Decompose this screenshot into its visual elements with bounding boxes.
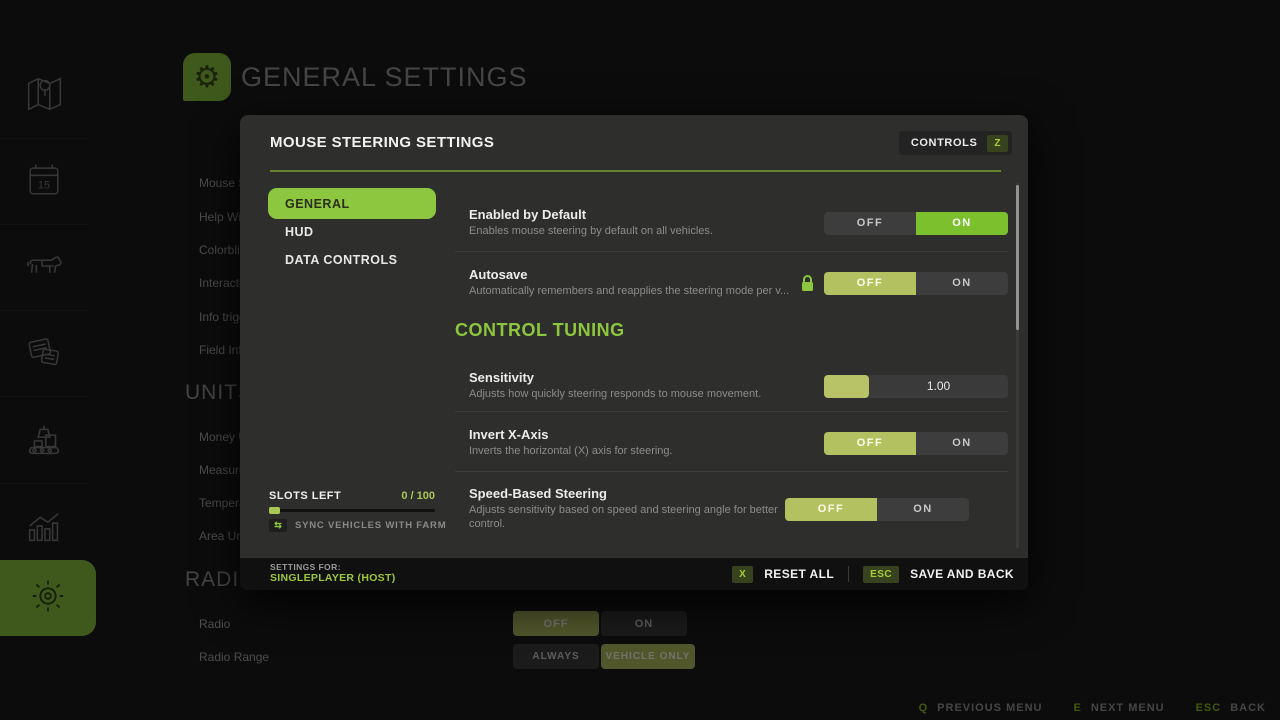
setting-desc: Enables mouse steering by default on all… (469, 225, 824, 239)
setting-title: Speed-Based Steering (469, 486, 785, 501)
setting-row-enabled-by-default: Enabled by Default Enables mouse steerin… (455, 200, 1008, 246)
speed-based-steering-off-button[interactable]: OFF (785, 498, 877, 521)
setting-text: Sensitivity Adjusts how quickly steering… (455, 370, 824, 402)
dialog-footer: SETTINGS FOR: SINGLEPLAYER (HOST) X RESE… (240, 558, 1028, 590)
row-divider (455, 411, 1008, 412)
tab-general[interactable]: GENERAL (268, 188, 436, 219)
settings-for-value: SINGLEPLAYER (HOST) (270, 572, 396, 584)
scrollbar-track[interactable] (1016, 183, 1019, 548)
enabled-by-default-toggle: OFF ON (824, 212, 1008, 235)
footer-separator (848, 566, 849, 582)
sensitivity-slider[interactable]: 1.00 (824, 375, 1008, 398)
reset-all-button[interactable]: RESET ALL (764, 567, 834, 581)
sync-vehicles-label: SYNC VEHICLES WITH FARM (295, 520, 446, 531)
save-and-back-button[interactable]: SAVE AND BACK (910, 567, 1014, 581)
footer-actions: X RESET ALL ESC SAVE AND BACK (732, 558, 1014, 590)
invert-x-axis-toggle: OFF ON (824, 432, 1008, 455)
setting-text: Invert X-Axis Inverts the horizontal (X)… (455, 427, 824, 459)
slots-left-value: 0 / 100 (269, 490, 435, 502)
setting-desc: Inverts the horizontal (X) axis for stee… (469, 445, 824, 459)
setting-title: Sensitivity (469, 370, 824, 385)
save-and-back-key-badge: ESC (863, 566, 899, 583)
sync-key-icon: ⇆ (269, 519, 287, 532)
speed-based-steering-on-button[interactable]: ON (877, 498, 969, 521)
controls-button[interactable]: CONTROLS Z (899, 131, 1012, 155)
setting-title: Invert X-Axis (469, 427, 824, 442)
setting-row-speed-based-steering: Speed-Based Steering Adjusts sensitivity… (455, 481, 1008, 537)
lock-icon (800, 275, 815, 292)
setting-row-sensitivity: Sensitivity Adjusts how quickly steering… (455, 363, 1008, 409)
controls-button-label: CONTROLS (911, 137, 978, 149)
setting-desc: Adjusts sensitivity based on speed and s… (469, 504, 785, 532)
setting-text: Autosave Automatically remembers and rea… (455, 267, 800, 299)
slots-progress-thumb (269, 507, 280, 514)
screen: 15 (0, 0, 1280, 720)
setting-text: Enabled by Default Enables mouse steerin… (455, 207, 824, 239)
reset-all-key-badge: X (732, 566, 753, 583)
autosave-toggle: OFF ON (824, 272, 1008, 295)
settings-for: SETTINGS FOR: SINGLEPLAYER (HOST) (270, 562, 396, 584)
enabled-by-default-on-button[interactable]: ON (916, 212, 1008, 235)
controls-key-badge: Z (987, 135, 1008, 152)
settings-for-label: SETTINGS FOR: (270, 562, 396, 572)
setting-desc: Adjusts how quickly steering responds to… (469, 388, 824, 402)
header-divider (270, 170, 1001, 172)
enabled-by-default-off-button[interactable]: OFF (824, 212, 916, 235)
section-heading-control-tuning: CONTROL TUNING (455, 320, 625, 341)
invert-x-axis-off-button[interactable]: OFF (824, 432, 916, 455)
sensitivity-value: 1.00 (869, 375, 1008, 398)
speed-based-steering-toggle: OFF ON (785, 498, 969, 521)
setting-row-autosave: Autosave Automatically remembers and rea… (455, 260, 1008, 306)
slots-progress-bar (269, 509, 435, 512)
setting-row-invert-x-axis: Invert X-Axis Inverts the horizontal (X)… (455, 420, 1008, 466)
setting-desc: Automatically remembers and reapplies th… (469, 285, 800, 299)
invert-x-axis-on-button[interactable]: ON (916, 432, 1008, 455)
tab-hud[interactable]: HUD (285, 225, 314, 239)
autosave-off-button[interactable]: OFF (824, 272, 916, 295)
sync-vehicles-row[interactable]: ⇆ SYNC VEHICLES WITH FARM (269, 519, 446, 532)
scrollbar-thumb[interactable] (1016, 185, 1019, 330)
setting-text: Speed-Based Steering Adjusts sensitivity… (455, 486, 785, 532)
mouse-steering-settings-dialog: MOUSE STEERING SETTINGS CONTROLS Z GENER… (240, 115, 1028, 590)
dialog-title: MOUSE STEERING SETTINGS (270, 134, 494, 151)
tab-data-controls[interactable]: DATA CONTROLS (285, 253, 398, 267)
setting-title: Autosave (469, 267, 800, 282)
sensitivity-slider-handle[interactable] (824, 375, 869, 398)
row-divider (455, 251, 1008, 252)
setting-title: Enabled by Default (469, 207, 824, 222)
autosave-on-button[interactable]: ON (916, 272, 1008, 295)
row-divider (455, 471, 1008, 472)
